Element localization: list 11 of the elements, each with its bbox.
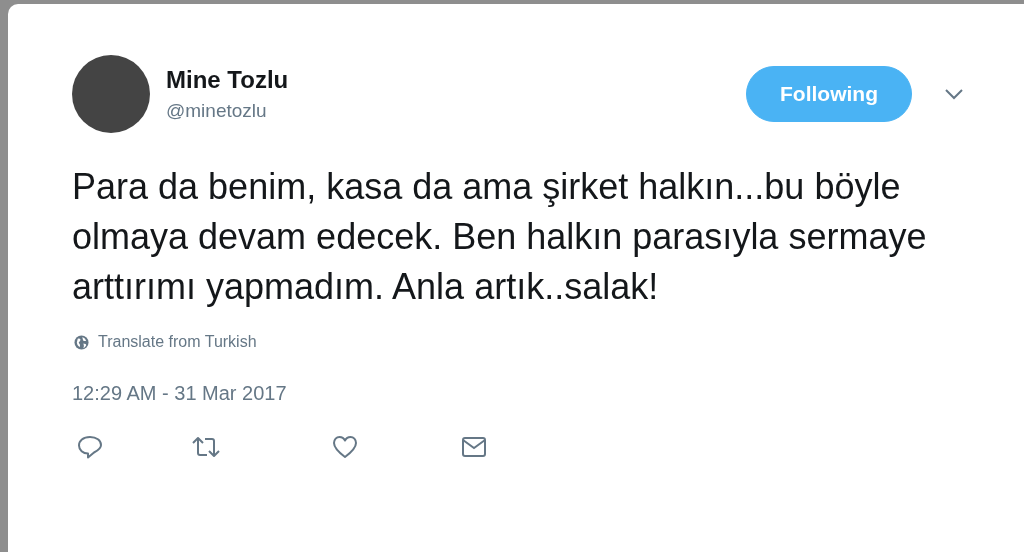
reply-icon[interactable] [77,435,103,459]
retweet-icon[interactable] [192,436,220,458]
author-name[interactable]: Mine Tozlu [166,64,746,95]
globe-icon [74,334,89,350]
heart-icon[interactable] [332,435,358,459]
chevron-down-icon[interactable] [944,88,964,100]
translate-link[interactable]: Translate from Turkish [98,332,257,352]
envelope-icon[interactable] [461,436,487,458]
tweet-text: Para da benim, kasa da ama şirket halkın...bu böyle olmaya devam edecek. Ben halkın parasıyla sermaye arttırımı yapmadım. Anla artık..salak! [72,165,928,309]
tweet-timestamp[interactable]: 12:29 AM - 31 Mar 2017 [72,380,287,406]
author-handle[interactable]: @minetozlu [166,97,746,124]
